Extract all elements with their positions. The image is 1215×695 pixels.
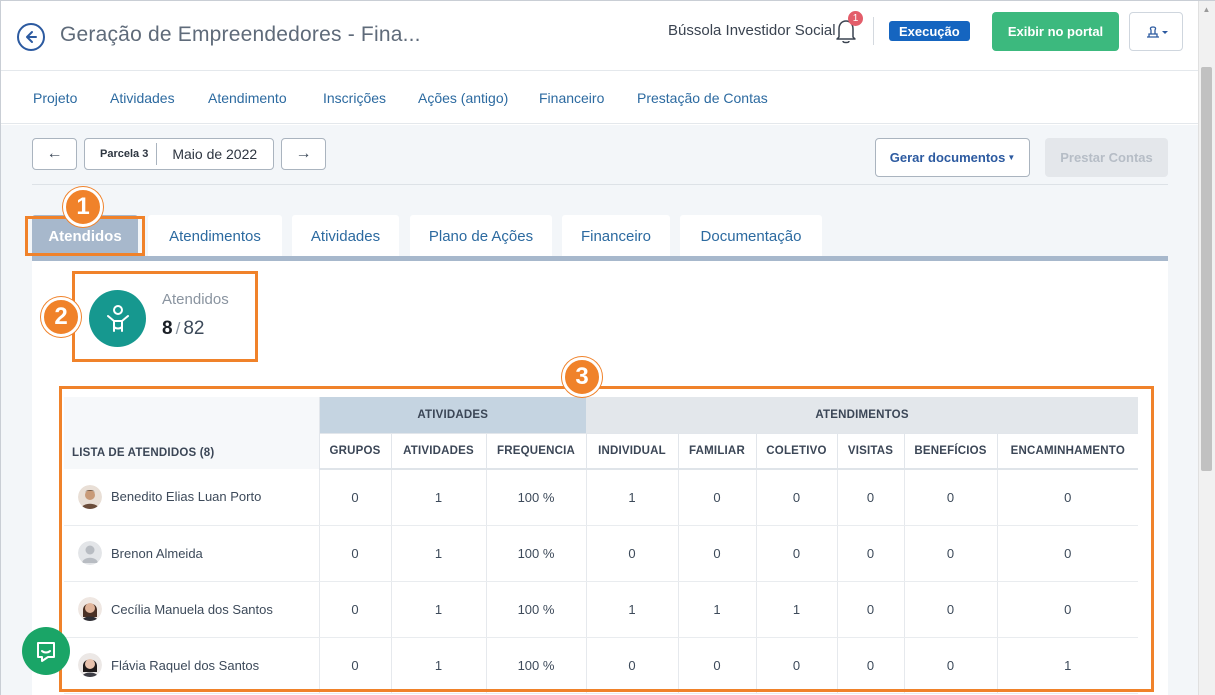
- annotation-marker-3: 3: [562, 357, 602, 397]
- nav-item-atividades[interactable]: Atividades: [110, 90, 175, 106]
- tab-documentacao[interactable]: Documentação: [680, 215, 822, 257]
- user-stamp-icon: [1147, 25, 1168, 38]
- scrollbar-thumb[interactable]: [1201, 67, 1212, 471]
- tab-financeiro[interactable]: Financeiro: [562, 215, 670, 257]
- back-arrow-icon[interactable]: [17, 23, 45, 51]
- user-menu-dropdown[interactable]: [1129, 12, 1183, 51]
- toolbar-divider: [32, 184, 1168, 185]
- caret-down-icon: ▼: [1007, 153, 1016, 162]
- nav-item-projeto[interactable]: Projeto: [33, 90, 77, 106]
- tab-atendimentos[interactable]: Atendimentos: [148, 215, 282, 257]
- status-badge: Execução: [889, 21, 970, 41]
- nav-item-financeiro[interactable]: Financeiro: [539, 90, 604, 106]
- nav-item-atendimento[interactable]: Atendimento: [208, 90, 287, 106]
- generate-documents-label: Gerar documentos: [889, 150, 1006, 165]
- annotation-marker-1: 1: [63, 187, 103, 227]
- generate-documents-button[interactable]: Gerar documentos ▼: [875, 138, 1030, 177]
- project-nav: Projeto Atividades Atendimento Inscriçõe…: [1, 72, 1198, 124]
- next-period-button[interactable]: →: [281, 138, 326, 170]
- annotation-box-summary: [72, 271, 258, 362]
- render-accounts-button: Prestar Contas: [1045, 138, 1168, 177]
- chat-icon[interactable]: [22, 627, 70, 675]
- period-selector[interactable]: Parcela 3 Maio de 2022: [84, 138, 274, 170]
- annotation-box-table: [59, 386, 1154, 692]
- period-month: Maio de 2022: [172, 146, 258, 162]
- header-divider: [873, 17, 874, 45]
- tab-plano-de-acoes[interactable]: Plano de Ações: [410, 215, 552, 257]
- nav-item-prestacao-de-contas[interactable]: Prestação de Contas: [637, 90, 768, 106]
- nav-item-acoes-antigo[interactable]: Ações (antigo): [418, 90, 508, 106]
- previous-period-button[interactable]: ←: [32, 138, 77, 170]
- notification-badge: 1: [848, 11, 863, 26]
- show-in-portal-button[interactable]: Exibir no portal: [992, 12, 1119, 51]
- app-header: Geração de Empreendedores - Fina... Búss…: [1, 1, 1198, 71]
- page-title: Geração de Empreendedores - Fina...: [60, 23, 421, 46]
- scroll-up-arrow-icon[interactable]: ▲: [1201, 5, 1212, 15]
- org-name[interactable]: Bússola Investidor Social: [668, 22, 836, 39]
- parcel-label: Parcela 3: [85, 143, 158, 165]
- nav-item-inscricoes[interactable]: Inscrições: [323, 90, 386, 106]
- annotation-marker-2: 2: [41, 297, 81, 337]
- tab-atividades[interactable]: Atividades: [292, 215, 399, 257]
